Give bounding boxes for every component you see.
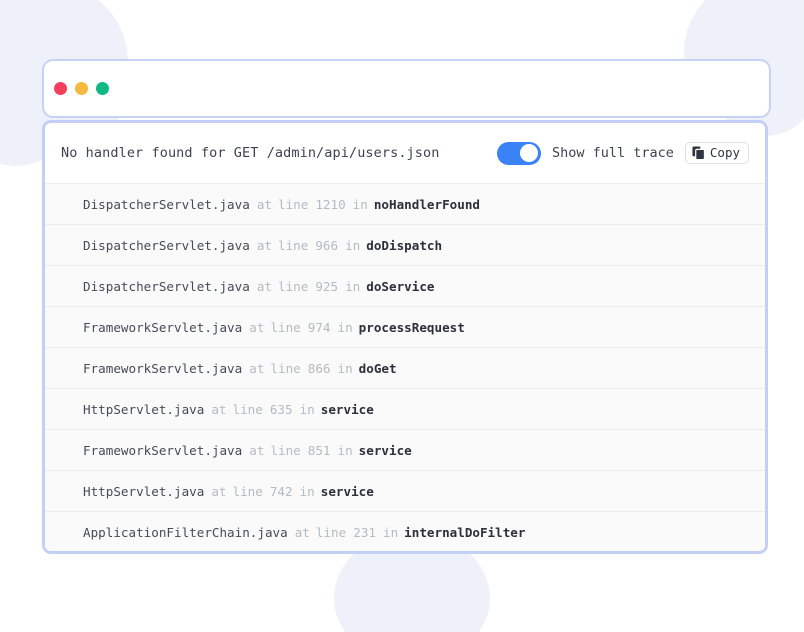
trace-at-label: at (256, 237, 272, 253)
trace-method: noHandlerFound (373, 196, 480, 212)
show-full-trace-toggle[interactable] (496, 141, 541, 165)
trace-file: DispatcherServlet.java (83, 278, 250, 294)
trace-method: service (320, 401, 374, 417)
trace-line-label: line (277, 196, 309, 212)
trace-at-label: at (249, 360, 265, 376)
trace-at-label: at (249, 319, 265, 335)
window-controls (54, 82, 109, 95)
trace-method: doDispatch (366, 237, 443, 253)
maximize-icon[interactable] (96, 82, 109, 95)
trace-line-number: 742 (269, 483, 293, 499)
trace-row[interactable]: FrameworkServlet.java at line 866 in doGet (45, 348, 765, 389)
trace-in-label: in (345, 237, 361, 253)
trace-row[interactable]: HttpServlet.java at line 742 in service (45, 471, 765, 512)
stack-trace-list: DispatcherServlet.java at line 1210 in noHand… (45, 183, 765, 551)
trace-line-label: line (270, 319, 301, 335)
trace-file: FrameworkServlet.java (83, 442, 243, 458)
trace-method: doGet (358, 360, 397, 376)
panel-header: No handler found for GET /admin/api/user… (45, 123, 765, 183)
trace-line-number: 231 (353, 525, 376, 540)
trace-row[interactable]: DispatcherServlet.java at line 925 in doServi… (45, 266, 765, 307)
trace-at-label: at (249, 442, 265, 458)
trace-row[interactable]: DispatcherServlet.java at line 1210 in noHand… (45, 184, 765, 225)
trace-file: DispatcherServlet.java (83, 196, 250, 212)
trace-line-number: 925 (315, 278, 339, 294)
trace-in-label: in (337, 442, 353, 458)
trace-line-number: 866 (307, 360, 331, 376)
trace-row[interactable]: ApplicationFilterChain.java at line 231 in in… (45, 512, 765, 551)
show-full-trace-label: Show full trace (551, 145, 674, 161)
trace-line-label: line (270, 442, 301, 458)
window-titlebar (42, 59, 771, 118)
trace-method: service (358, 442, 412, 458)
trace-in-label: in (352, 196, 368, 212)
trace-line-label: line (232, 483, 263, 499)
trace-method: internalDoFilter (404, 525, 526, 540)
trace-file: FrameworkServlet.java (83, 319, 243, 335)
trace-in-label: in (337, 360, 353, 376)
trace-in-label: in (299, 483, 315, 499)
toggle-knob (520, 144, 539, 162)
trace-in-label: in (299, 401, 315, 417)
trace-line-label: line (277, 237, 309, 253)
trace-line-label: line (232, 401, 263, 417)
copy-button[interactable]: Copy (684, 142, 749, 164)
trace-row[interactable]: FrameworkServlet.java at line 851 in service (45, 430, 765, 471)
trace-method: service (320, 483, 374, 499)
trace-at-label: at (256, 278, 272, 294)
trace-in-label: in (337, 319, 353, 335)
trace-line-label: line (315, 525, 347, 540)
trace-row[interactable]: HttpServlet.java at line 635 in service (45, 389, 765, 430)
error-message: No handler found for GET /admin/api/user… (61, 145, 440, 161)
trace-method: doService (366, 278, 435, 294)
trace-line-number: 966 (315, 237, 339, 253)
trace-file: FrameworkServlet.java (83, 360, 243, 376)
close-icon[interactable] (54, 82, 67, 95)
trace-at-label: at (294, 525, 310, 540)
minimize-icon[interactable] (75, 82, 88, 95)
trace-line-label: line (277, 278, 309, 294)
copy-icon (692, 146, 705, 160)
trace-line-number: 1210 (315, 196, 346, 212)
stack-trace-panel: No handler found for GET /admin/api/user… (42, 120, 768, 554)
trace-file: ApplicationFilterChain.java (83, 525, 288, 540)
trace-file: DispatcherServlet.java (83, 237, 250, 253)
trace-line-number: 851 (307, 442, 331, 458)
trace-method: processRequest (358, 319, 465, 335)
trace-at-label: at (211, 401, 227, 417)
trace-file: HttpServlet.java (83, 401, 205, 417)
trace-in-label: in (345, 278, 361, 294)
header-controls: Show full trace Copy (496, 141, 749, 165)
app-root: No handler found for GET /admin/api/user… (0, 0, 804, 632)
trace-at-label: at (211, 483, 227, 499)
trace-at-label: at (256, 196, 272, 212)
trace-line-number: 974 (307, 319, 331, 335)
trace-row[interactable]: DispatcherServlet.java at line 966 in doDispa… (45, 225, 765, 266)
trace-file: HttpServlet.java (83, 483, 205, 499)
trace-in-label: in (382, 525, 399, 540)
copy-button-label: Copy (709, 144, 740, 160)
trace-line-label: line (270, 360, 301, 376)
trace-line-number: 635 (269, 401, 293, 417)
trace-row[interactable]: FrameworkServlet.java at line 974 in processR… (45, 307, 765, 348)
